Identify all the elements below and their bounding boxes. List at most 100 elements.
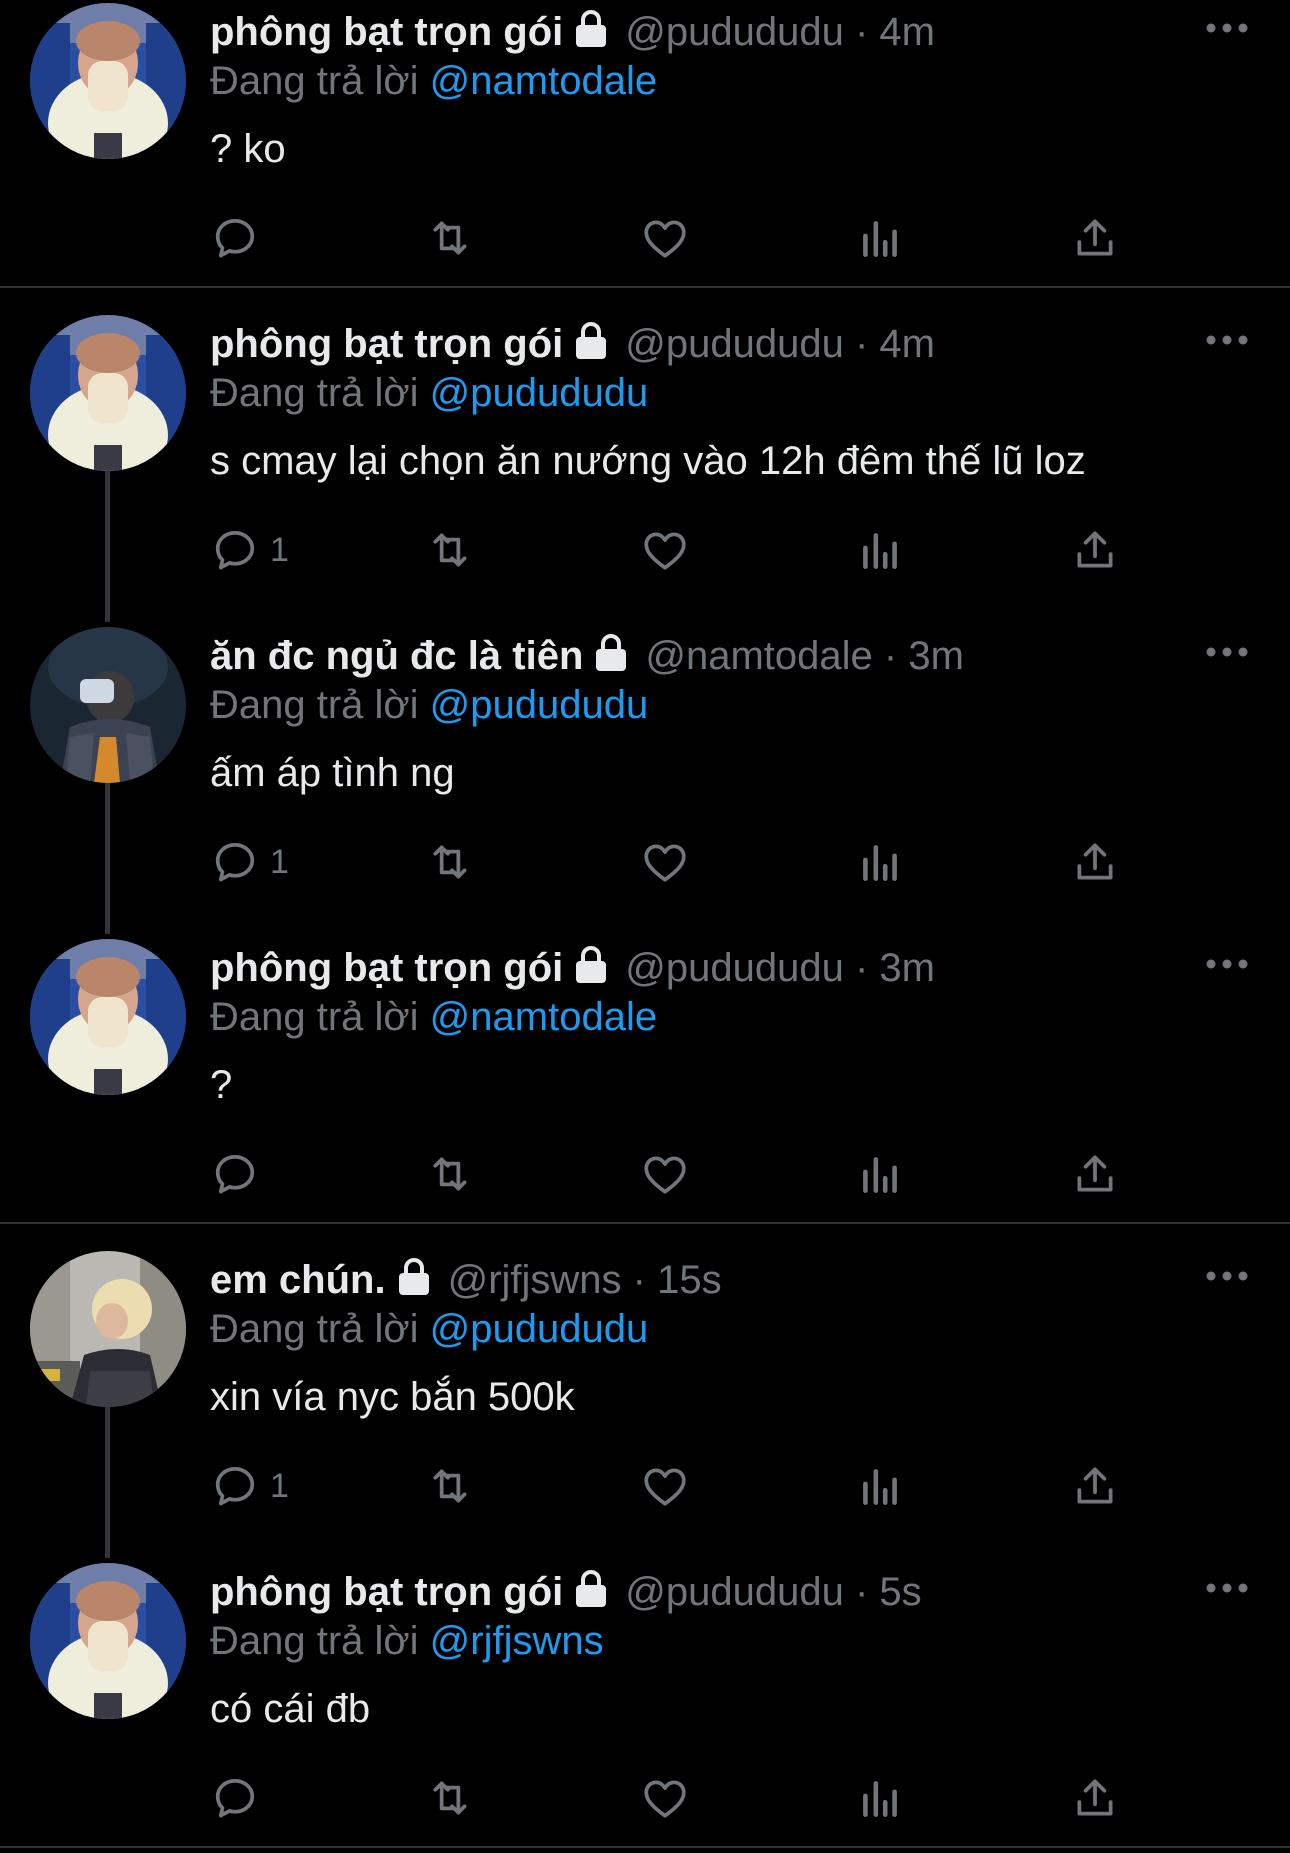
- share-icon: [1070, 213, 1120, 263]
- reply-icon: [210, 213, 260, 263]
- heart-icon: [640, 1773, 690, 1823]
- avatar[interactable]: [30, 1563, 186, 1719]
- views-button[interactable]: [855, 213, 905, 263]
- share-button[interactable]: [1070, 1149, 1120, 1199]
- like-button[interactable]: [640, 1773, 690, 1823]
- replying-to-label: Đang trả lời: [210, 683, 419, 727]
- reply-button[interactable]: 1: [210, 837, 289, 887]
- avatar[interactable]: [30, 1251, 186, 1407]
- reply-button[interactable]: [210, 1149, 270, 1199]
- retweet-button[interactable]: [425, 1461, 475, 1511]
- retweet-icon: [425, 525, 475, 575]
- separator: ·: [854, 946, 869, 990]
- display-name[interactable]: phông bạt trọn gói: [210, 946, 563, 990]
- like-button[interactable]: [640, 213, 690, 263]
- more-icon[interactable]: [1205, 330, 1249, 350]
- username[interactable]: @rjfjswns: [448, 1258, 622, 1302]
- mention-link[interactable]: @namtodale: [430, 995, 657, 1039]
- share-button[interactable]: [1070, 213, 1120, 263]
- more-icon[interactable]: [1205, 1578, 1249, 1598]
- action-bar: 1: [210, 837, 1170, 887]
- display-name[interactable]: phông bạt trọn gói: [210, 10, 563, 54]
- mention-link[interactable]: @pudududu: [430, 683, 649, 727]
- more-icon[interactable]: [1205, 1266, 1249, 1286]
- heart-icon: [640, 1461, 690, 1511]
- reply-button[interactable]: [210, 1773, 270, 1823]
- timestamp[interactable]: 3m: [908, 634, 964, 678]
- display-name[interactable]: phông bạt trọn gói: [210, 1570, 563, 1614]
- reply-button[interactable]: [210, 213, 270, 263]
- lock-icon: [573, 321, 609, 361]
- separator: ·: [632, 1258, 646, 1302]
- username[interactable]: @pudududu: [625, 946, 844, 990]
- share-button[interactable]: [1070, 1461, 1120, 1511]
- replying-to: Đang trả lời @rjfjswns: [210, 1617, 604, 1665]
- display-name[interactable]: ăn đc ngủ đc là tiên: [210, 634, 583, 678]
- reply-button[interactable]: 1: [210, 1461, 289, 1511]
- views-button[interactable]: [855, 1461, 905, 1511]
- share-icon: [1070, 1149, 1120, 1199]
- separator: ·: [854, 322, 869, 366]
- heart-icon: [640, 1149, 690, 1199]
- share-icon: [1070, 1461, 1120, 1511]
- like-button[interactable]: [640, 837, 690, 887]
- action-bar: 1: [210, 525, 1170, 575]
- tweet-text: xin vía nyc bắn 500k: [210, 1375, 575, 1419]
- timestamp[interactable]: 4m: [879, 10, 935, 54]
- timestamp[interactable]: 3m: [879, 946, 935, 990]
- timestamp[interactable]: 5s: [879, 1570, 921, 1614]
- like-button[interactable]: [640, 1461, 690, 1511]
- username[interactable]: @pudududu: [625, 1570, 844, 1614]
- tweet-header: phông bạt trọn gói @pudududu · 4m: [210, 320, 935, 368]
- username[interactable]: @pudududu: [625, 10, 844, 54]
- thread-line: [105, 1406, 110, 1558]
- lock-icon: [573, 9, 609, 49]
- reply-icon: [210, 1149, 260, 1199]
- views-button[interactable]: [855, 525, 905, 575]
- views-button[interactable]: [855, 1149, 905, 1199]
- mention-link[interactable]: @pudududu: [430, 1307, 649, 1351]
- share-button[interactable]: [1070, 837, 1120, 887]
- views-button[interactable]: [855, 1773, 905, 1823]
- retweet-button[interactable]: [425, 837, 475, 887]
- views-button[interactable]: [855, 837, 905, 887]
- mention-link[interactable]: @pudududu: [430, 371, 649, 415]
- tweet-text: ?: [210, 1063, 233, 1107]
- retweet-button[interactable]: [425, 1773, 475, 1823]
- avatar[interactable]: [30, 627, 186, 783]
- thread-line: [105, 782, 110, 934]
- lock-icon: [593, 633, 629, 673]
- share-button[interactable]: [1070, 525, 1120, 575]
- like-button[interactable]: [640, 1149, 690, 1199]
- share-button[interactable]: [1070, 1773, 1120, 1823]
- replying-to-label: Đang trả lời: [210, 1307, 419, 1351]
- avatar[interactable]: [30, 3, 186, 159]
- display-name[interactable]: phông bạt trọn gói: [210, 322, 563, 366]
- share-icon: [1070, 1773, 1120, 1823]
- reply-icon: [210, 1773, 260, 1823]
- timestamp[interactable]: 15s: [657, 1258, 722, 1302]
- avatar[interactable]: [30, 939, 186, 1095]
- tweet-text: ấm áp tình ng: [210, 751, 455, 795]
- timestamp[interactable]: 4m: [879, 322, 935, 366]
- mention-link[interactable]: @namtodale: [430, 59, 657, 103]
- tweet-header: phông bạt trọn gói @pudududu · 3m: [210, 944, 935, 992]
- retweet-button[interactable]: [425, 525, 475, 575]
- reply-count: 1: [270, 1466, 289, 1505]
- retweet-button[interactable]: [425, 1149, 475, 1199]
- avatar[interactable]: [30, 315, 186, 471]
- username[interactable]: @namtodale: [645, 634, 872, 678]
- more-icon[interactable]: [1205, 642, 1249, 662]
- display-name[interactable]: em chún.: [210, 1258, 386, 1302]
- tweet-header: ăn đc ngủ đc là tiên @namtodale · 3m: [210, 632, 964, 680]
- separator: ·: [883, 634, 898, 678]
- like-button[interactable]: [640, 525, 690, 575]
- more-icon[interactable]: [1205, 18, 1249, 38]
- username[interactable]: @pudududu: [625, 322, 844, 366]
- heart-icon: [640, 525, 690, 575]
- retweet-button[interactable]: [425, 213, 475, 263]
- reply-button[interactable]: 1: [210, 525, 289, 575]
- more-icon[interactable]: [1205, 954, 1249, 974]
- heart-icon: [640, 213, 690, 263]
- mention-link[interactable]: @rjfjswns: [430, 1619, 604, 1663]
